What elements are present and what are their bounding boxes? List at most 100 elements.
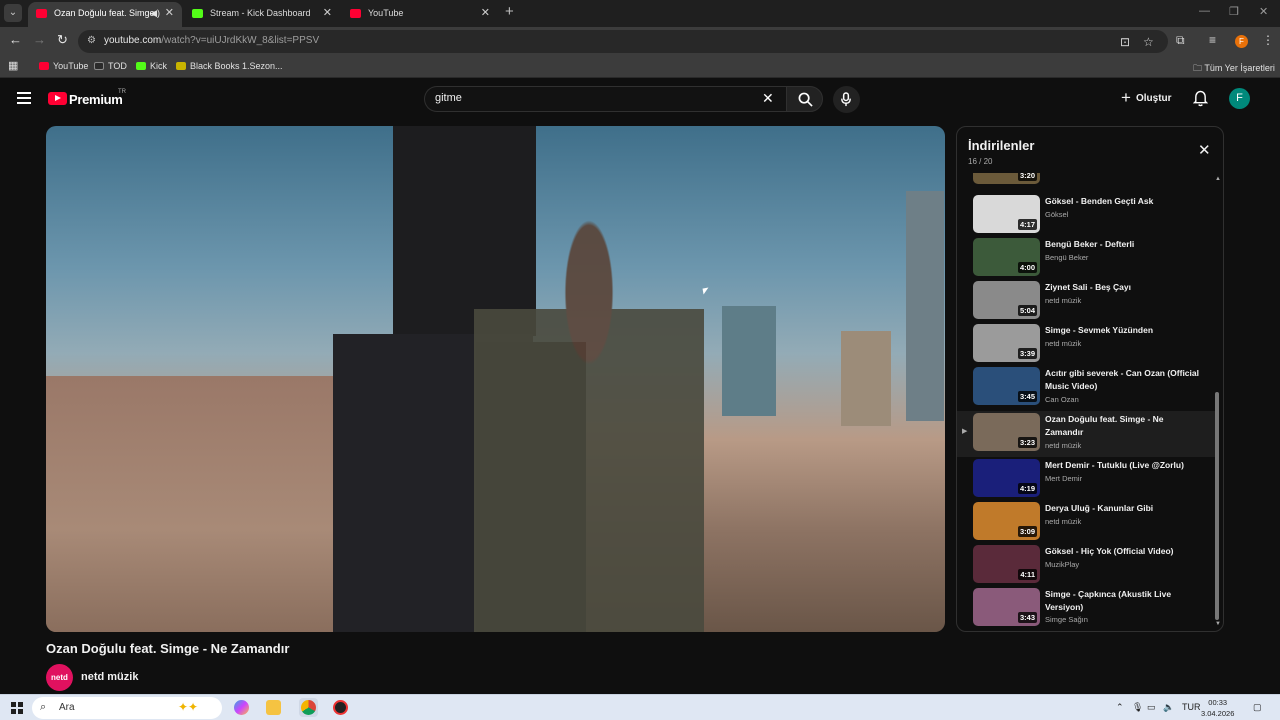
forward-icon[interactable]: → — [33, 32, 46, 47]
playlist-item[interactable]: 3:09 Derya Uluğ - Kanunlar Gibi netd müz… — [957, 500, 1215, 543]
scroll-down-icon[interactable]: ▼ — [1215, 621, 1221, 627]
close-playlist-icon[interactable]: ✕ — [1198, 141, 1211, 159]
folder-icon: 🗀 — [1193, 63, 1205, 73]
restore-icon[interactable]: ❐ — [1229, 5, 1239, 18]
window-close-icon[interactable]: ✕ — [1259, 5, 1268, 18]
youtube-logo-icon[interactable] — [48, 92, 67, 105]
tab-title: Stream - Kick Dashboard — [210, 8, 311, 18]
playlist-item[interactable]: 5:04 Ziynet Sali - Beş Çayı netd müzik — [957, 279, 1215, 322]
channel-avatar[interactable]: netd — [46, 664, 73, 691]
playlist-item[interactable]: 4:17 Göksel - Benden Geçti Ask Göksel — [957, 193, 1215, 236]
notification-center-icon[interactable]: ▢ — [1253, 702, 1262, 713]
account-avatar[interactable]: F — [1229, 88, 1250, 109]
video-thumbnail: 4:17 — [973, 195, 1040, 233]
obs-icon[interactable] — [333, 700, 348, 715]
tab-close-icon[interactable]: ✕ — [165, 2, 174, 25]
extensions-icon[interactable]: ⧉ — [1176, 33, 1185, 48]
minimize-icon[interactable]: — — [1199, 5, 1210, 17]
youtube-favicon-icon — [350, 9, 361, 18]
youtube-favicon-icon — [36, 9, 47, 18]
video-channel: Mert Demir — [1045, 474, 1083, 483]
playlist-item[interactable]: 3:39 Simge - Sevmek Yüzünden netd müzik — [957, 322, 1215, 365]
bookmark-star-icon[interactable]: ☆ — [1143, 35, 1154, 49]
video-channel: Bengü Beker — [1045, 253, 1089, 262]
taskbar-search[interactable]: ⌕ Ara ✦✦ — [32, 697, 222, 719]
mouse-cursor-icon — [702, 287, 710, 295]
browser-tab-youtube-video[interactable]: Ozan Doğulu feat. Simge - Ne Zamandır ◀)… — [28, 2, 182, 27]
tab-close-icon[interactable]: ✕ — [481, 2, 490, 25]
playlist-panel: İndirilenler 16 / 20 ✕ ▲ ▼ 3:20 4:17 Gök… — [956, 126, 1224, 632]
video-frame-performer — [474, 218, 704, 632]
video-duration: 3:45 — [1017, 391, 1037, 402]
file-explorer-icon[interactable] — [266, 700, 281, 715]
search-input[interactable] — [435, 92, 755, 104]
windows-start-icon[interactable] — [11, 702, 23, 714]
profile-avatar[interactable]: F — [1235, 35, 1248, 48]
address-bar[interactable]: ⚙ youtube.com/watch?v=uiUJrdKkW_8&list=P… — [78, 30, 1168, 53]
tray-expand-icon[interactable]: ⌃ — [1116, 702, 1124, 713]
video-duration: 3:09 — [1017, 526, 1037, 537]
video-title: Simge - Sevmek Yüzünden — [1045, 325, 1154, 335]
video-title: Ziynet Sali - Beş Çayı — [1045, 282, 1131, 292]
browser-tab-youtube[interactable]: YouTube ✕ — [342, 2, 498, 27]
scroll-up-icon[interactable]: ▲ — [1215, 176, 1221, 182]
input-language[interactable]: TUR — [1182, 702, 1201, 712]
hamburger-menu-icon[interactable] — [17, 92, 31, 104]
install-app-icon[interactable]: ⊡ — [1120, 35, 1130, 49]
copilot-icon[interactable] — [234, 700, 249, 715]
taskbar-clock[interactable]: 00:33 3.04.2026 — [1201, 697, 1234, 719]
video-channel: Simge Sağın — [1045, 615, 1088, 624]
video-duration: 3:20 — [1017, 173, 1037, 181]
site-info-icon[interactable]: ⚙ — [87, 35, 96, 46]
url-text: youtube.com/watch?v=uiUJrdKkW_8&list=PPS… — [104, 35, 320, 46]
browser-tab-kick[interactable]: Stream - Kick Dashboard ✕ — [184, 2, 340, 27]
playlist-item[interactable]: 4:00 Bengü Beker - Defterli Bengü Beker — [957, 236, 1215, 279]
video-channel: netd müzik — [1045, 517, 1082, 526]
voice-search-button[interactable] — [833, 86, 860, 113]
search-button[interactable] — [786, 86, 823, 112]
channel-name[interactable]: netd müzik — [81, 671, 138, 683]
chrome-icon[interactable] — [301, 700, 316, 715]
playlist-item-current[interactable]: ▶ 3:23 Ozan Doğulu feat. Simge - Ne Zama… — [957, 411, 1215, 457]
reload-icon[interactable]: ↻ — [57, 32, 68, 48]
bookmark-black-books[interactable]: Black Books 1.Sezon... — [176, 61, 283, 71]
create-button[interactable]: + Oluştur — [1117, 88, 1172, 109]
video-channel: netd müzik — [1045, 296, 1082, 305]
video-duration: 4:00 — [1017, 262, 1037, 273]
youtube-bookmark-icon — [39, 62, 49, 70]
all-bookmarks[interactable]: 🗀 Tüm Yer İşaretleri — [1193, 61, 1275, 77]
playlist-item[interactable]: 3:20 — [957, 173, 1215, 187]
menu-kebab-icon[interactable]: ⋮ — [1262, 33, 1274, 47]
playlist-scrollbar[interactable] — [1215, 392, 1219, 620]
playlist-title[interactable]: İndirilenler — [968, 138, 1034, 153]
playlist-item[interactable]: 3:43 Simge - Çapkınca (Akustik Live Vers… — [957, 586, 1215, 631]
playlist-item[interactable]: 3:45 Acıtır gibi severek - Can Ozan (Off… — [957, 365, 1215, 411]
volume-icon[interactable]: 🔈 — [1163, 702, 1174, 713]
tab-close-icon[interactable]: ✕ — [323, 2, 332, 25]
video-title: Göksel - Hiç Yok (Official Video) — [1045, 546, 1174, 556]
video-player[interactable] — [46, 126, 945, 632]
playlist-item[interactable]: 4:11 Göksel - Hiç Yok (Official Video) M… — [957, 543, 1215, 586]
video-thumbnail: 3:39 — [973, 324, 1040, 362]
kick-bookmark-icon — [136, 62, 146, 70]
tab-search-dropdown-icon[interactable]: ⌄ — [4, 4, 22, 22]
video-duration: 3:23 — [1017, 437, 1037, 448]
media-control-icon[interactable]: ≡ — [1209, 33, 1216, 47]
microphone-tray-icon[interactable]: 🎙 — [1132, 702, 1143, 713]
video-thumbnail: 3:23 — [973, 413, 1040, 451]
clear-search-icon[interactable]: ✕ — [762, 90, 774, 107]
video-thumbnail: 5:04 — [973, 281, 1040, 319]
bookmark-tod[interactable]: TOD — [94, 61, 127, 71]
bookmark-kick[interactable]: Kick — [136, 61, 167, 71]
video-duration: 4:17 — [1017, 219, 1037, 230]
youtube-premium-logo[interactable]: Premium — [69, 92, 123, 107]
video-channel: netd müzik — [1045, 441, 1082, 450]
bookmark-youtube[interactable]: YouTube — [39, 61, 88, 71]
network-icon[interactable]: ▭ — [1147, 702, 1156, 713]
new-tab-icon[interactable]: + — [505, 3, 514, 20]
back-icon[interactable]: ← — [9, 32, 22, 47]
tab-audio-icon[interactable]: ◀) — [150, 2, 160, 25]
notifications-bell-icon[interactable] — [1193, 90, 1208, 107]
apps-grid-icon[interactable]: ▦ — [8, 59, 18, 72]
playlist-item[interactable]: 4:19 Mert Demir - Tutuklu (Live @Zorlu) … — [957, 457, 1215, 500]
